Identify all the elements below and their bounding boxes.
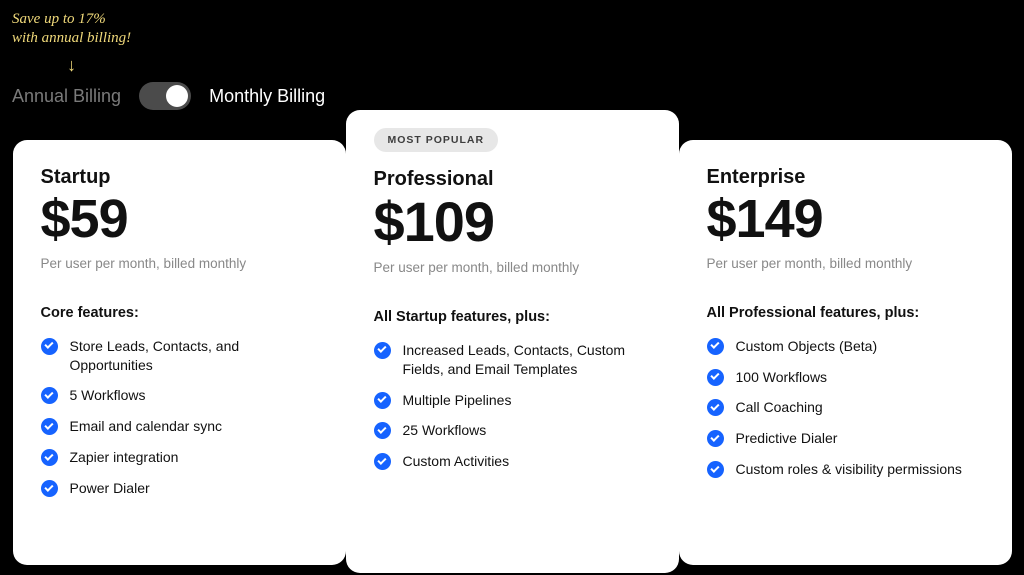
list-item: 5 Workflows <box>41 386 318 405</box>
plan-subtext: Per user per month, billed monthly <box>707 256 984 271</box>
feature-text: Custom Objects (Beta) <box>736 337 878 356</box>
list-item: Power Dialer <box>41 479 318 498</box>
feature-text: Increased Leads, Contacts, Custom Fields… <box>403 341 651 379</box>
feature-text: 25 Workflows <box>403 421 487 440</box>
list-item: Email and calendar sync <box>41 417 318 436</box>
list-item: Predictive Dialer <box>707 429 984 448</box>
features-list-professional: Increased Leads, Contacts, Custom Fields… <box>374 341 651 471</box>
check-icon <box>41 480 58 497</box>
plan-price: $109 <box>374 193 651 252</box>
list-item: 100 Workflows <box>707 368 984 387</box>
list-item: Custom Objects (Beta) <box>707 337 984 356</box>
list-item: Store Leads, Contacts, and Opportunities <box>41 337 318 375</box>
check-icon <box>41 338 58 355</box>
feature-text: Power Dialer <box>70 479 150 498</box>
check-icon <box>41 387 58 404</box>
list-item: Increased Leads, Contacts, Custom Fields… <box>374 341 651 379</box>
list-item: Zapier integration <box>41 448 318 467</box>
features-heading: All Startup features, plus: <box>374 309 651 325</box>
feature-text: 5 Workflows <box>70 386 146 405</box>
check-icon <box>707 430 724 447</box>
feature-text: Custom roles & visibility permissions <box>736 460 962 479</box>
check-icon <box>374 392 391 409</box>
monthly-billing-label[interactable]: Monthly Billing <box>209 86 325 107</box>
feature-text: Predictive Dialer <box>736 429 838 448</box>
plan-subtext: Per user per month, billed monthly <box>41 256 318 271</box>
features-list-enterprise: Custom Objects (Beta) 100 Workflows Call… <box>707 337 984 479</box>
list-item: Call Coaching <box>707 398 984 417</box>
list-item: Custom Activities <box>374 452 651 471</box>
features-heading: All Professional features, plus: <box>707 305 984 321</box>
pricing-cards: Startup $59 Per user per month, billed m… <box>12 110 1012 573</box>
feature-text: Email and calendar sync <box>70 417 223 436</box>
check-icon <box>707 399 724 416</box>
plan-card-startup: Startup $59 Per user per month, billed m… <box>13 140 346 565</box>
list-item: Multiple Pipelines <box>374 391 651 410</box>
check-icon <box>707 461 724 478</box>
plan-subtext: Per user per month, billed monthly <box>374 260 651 275</box>
promo-line1: Save up to 17% <box>12 11 106 27</box>
list-item: Custom roles & visibility permissions <box>707 460 984 479</box>
most-popular-badge: MOST POPULAR <box>374 128 499 152</box>
check-icon <box>374 453 391 470</box>
list-item: 25 Workflows <box>374 421 651 440</box>
plan-price: $59 <box>41 191 318 248</box>
feature-text: Custom Activities <box>403 452 510 471</box>
feature-text: Call Coaching <box>736 398 823 417</box>
check-icon <box>707 369 724 386</box>
billing-toggle[interactable] <box>139 82 191 110</box>
plan-price: $149 <box>707 191 984 248</box>
savings-promo: Save up to 17% with annual billing! ↓ <box>12 10 131 76</box>
features-list-startup: Store Leads, Contacts, and Opportunities… <box>41 337 318 498</box>
plan-name: Startup <box>41 166 318 189</box>
feature-text: Zapier integration <box>70 448 179 467</box>
feature-text: 100 Workflows <box>736 368 828 387</box>
toggle-thumb <box>166 85 188 107</box>
features-heading: Core features: <box>41 305 318 321</box>
check-icon <box>374 342 391 359</box>
check-icon <box>374 422 391 439</box>
check-icon <box>41 418 58 435</box>
billing-toggle-group: Annual Billing Monthly Billing <box>12 82 325 110</box>
check-icon <box>41 449 58 466</box>
feature-text: Store Leads, Contacts, and Opportunities <box>70 337 318 375</box>
feature-text: Multiple Pipelines <box>403 391 512 410</box>
plan-card-enterprise: Enterprise $149 Per user per month, bill… <box>679 140 1012 565</box>
plan-name: Professional <box>374 168 651 191</box>
annual-billing-label[interactable]: Annual Billing <box>12 86 121 107</box>
promo-line2: with annual billing! <box>12 30 131 46</box>
check-icon <box>707 338 724 355</box>
plan-card-professional: MOST POPULAR Professional $109 Per user … <box>346 110 679 573</box>
plan-name: Enterprise <box>707 166 984 189</box>
down-arrow-icon: ↓ <box>12 54 131 77</box>
